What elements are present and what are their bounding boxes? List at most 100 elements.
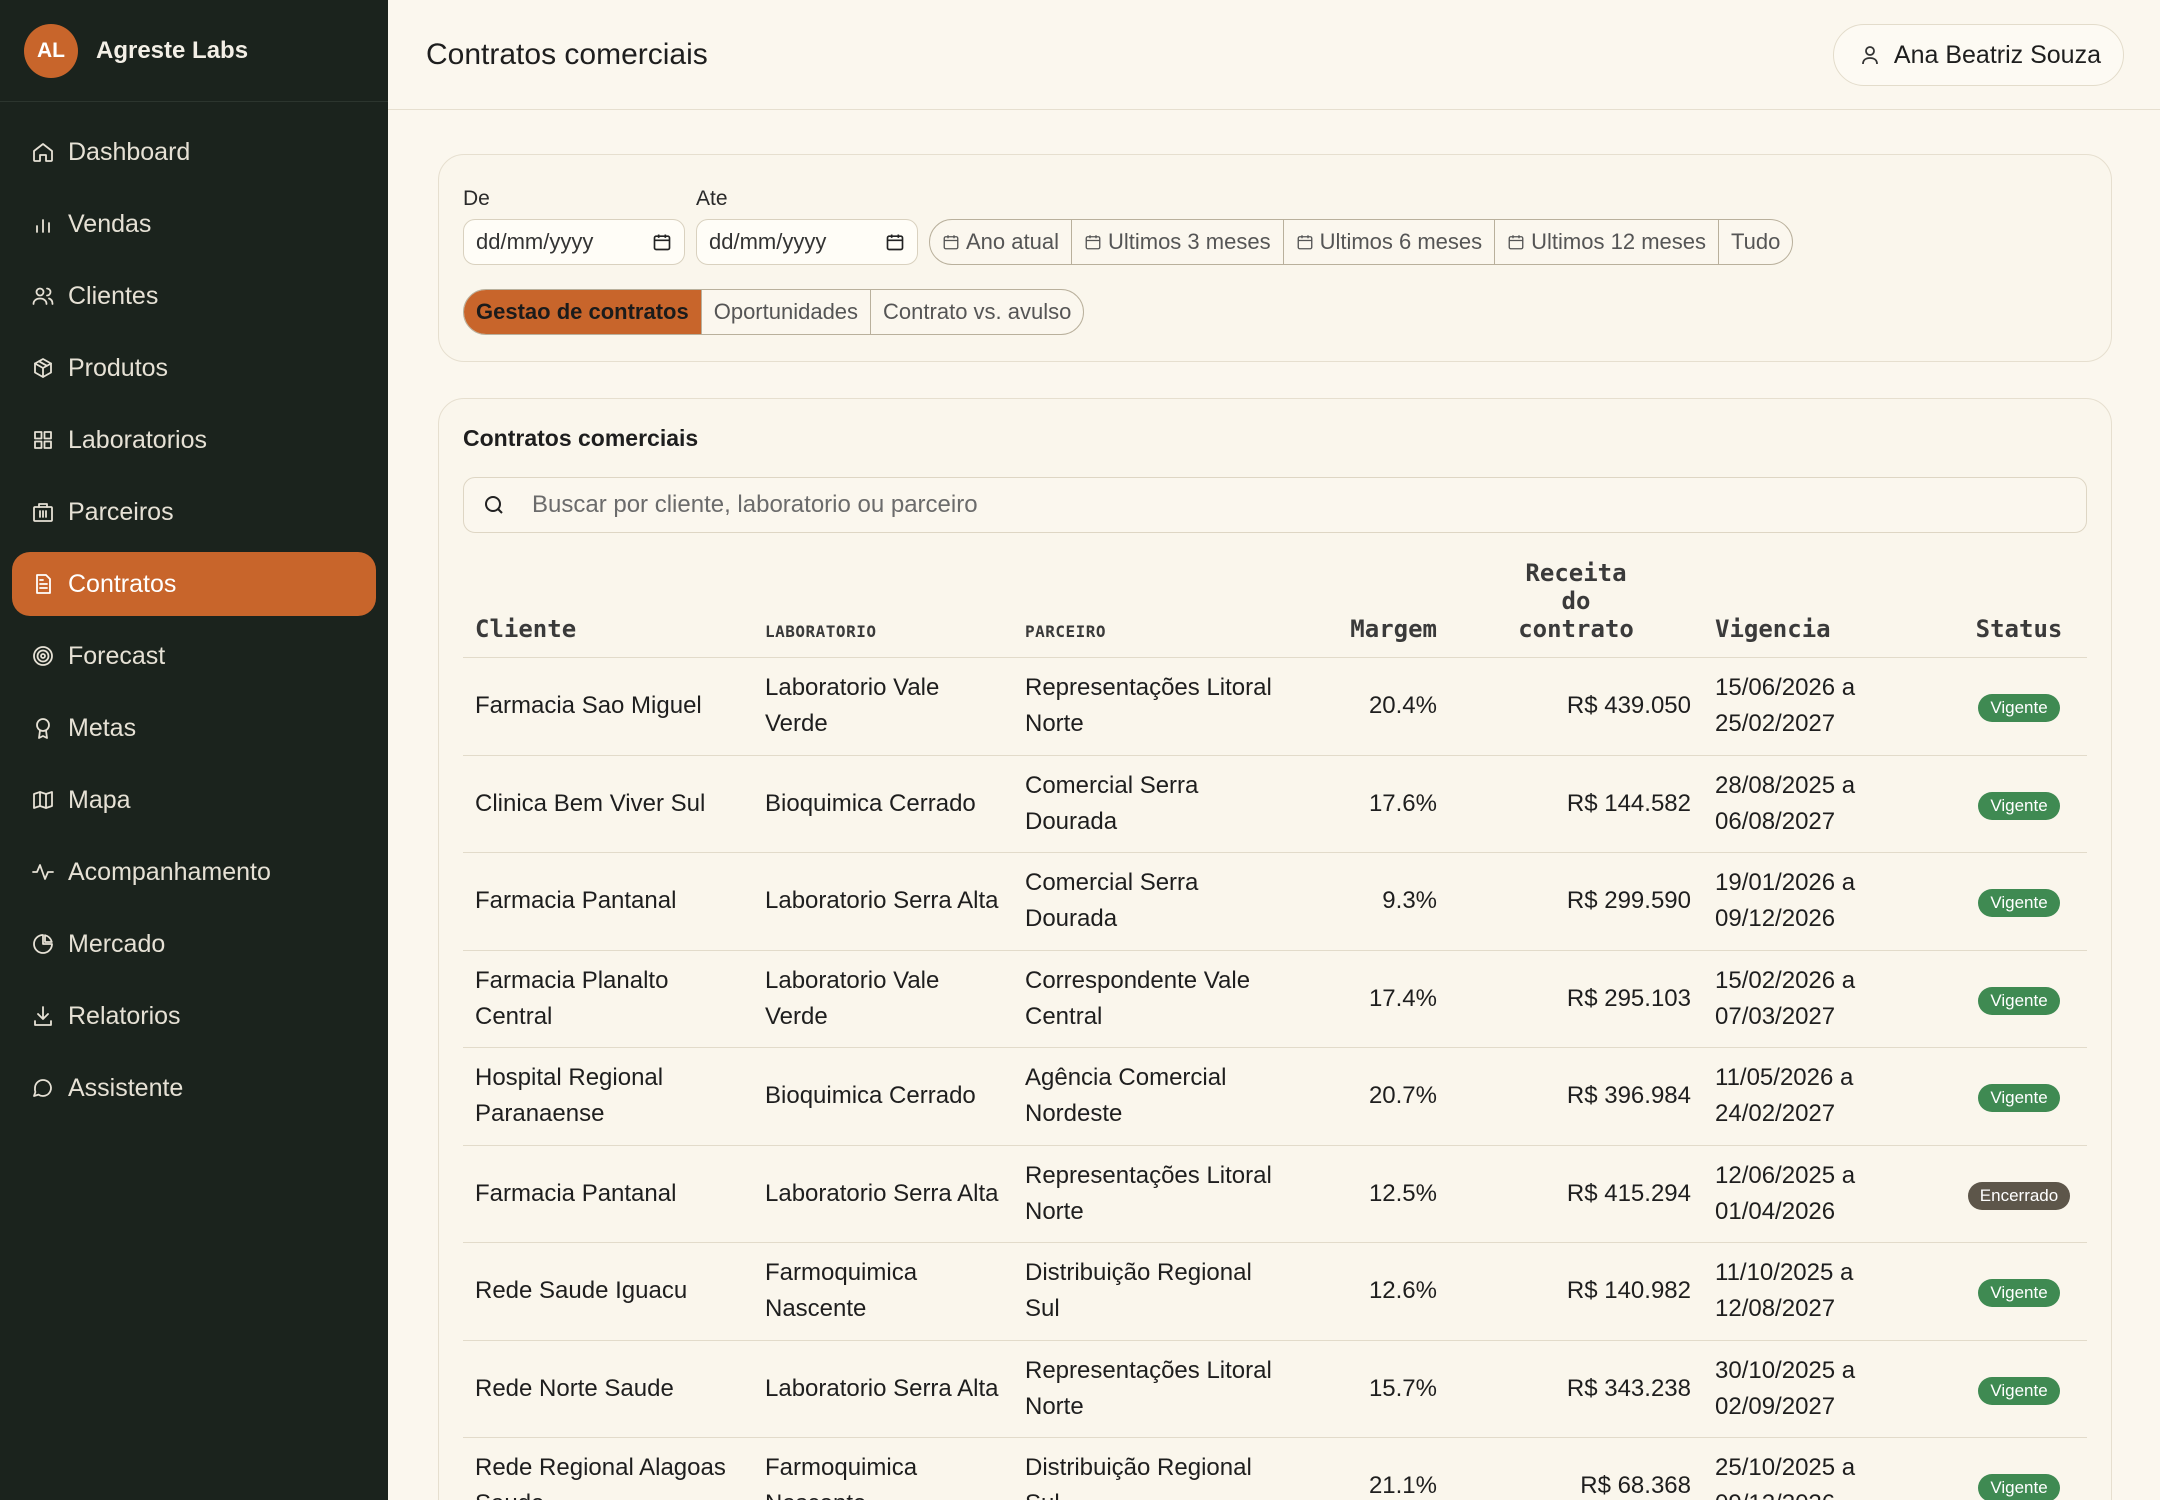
from-date-value: dd/mm/yyyy — [476, 229, 594, 254]
cell-receita: R$ 299.590 — [1449, 852, 1703, 951]
cell-laboratorio: Farmoquimica Nascente — [753, 1437, 1013, 1500]
cell-margem: 21.1% — [1303, 1437, 1449, 1500]
search-input[interactable] — [532, 491, 1732, 519]
search-icon — [485, 496, 503, 514]
sidebar-item-dashboard[interactable]: Dashboard — [12, 120, 376, 184]
col-header-laboratorio[interactable]: LABORATORIO — [753, 559, 1013, 658]
view-tab-label: Gestao de contratos — [476, 299, 689, 324]
period-option-label: Ultimos 6 meses — [1319, 229, 1483, 254]
period-option-1[interactable]: Ultimos 3 meses — [1072, 220, 1284, 264]
view-selector: Gestao de contratos Oportunidades Contrato… — [463, 289, 1085, 335]
sidebar-item-parceiros[interactable]: Parceiros — [12, 480, 376, 544]
cell-parceiro: Representações Litoral Norte — [1013, 657, 1303, 756]
brand[interactable]: AL Agreste Labs — [0, 0, 388, 102]
cell-margem: 12.6% — [1303, 1242, 1449, 1341]
sidebar-item-mapa[interactable]: Mapa — [12, 768, 376, 832]
sidebar-item-produtos[interactable]: Produtos — [12, 336, 376, 400]
cell-vigencia: 15/02/2026 a 07/03/2027 — [1703, 950, 1951, 1048]
award-icon — [30, 715, 56, 741]
col-header-parceiro[interactable]: PARCEIRO — [1013, 559, 1303, 658]
sidebar-item-label: Vendas — [68, 209, 152, 238]
to-date-label: Ate — [696, 187, 728, 210]
table-row[interactable]: Rede Saude Iguacu Farmoquimica Nascente Di… — [463, 1242, 2087, 1341]
sidebar-item-laboratorios[interactable]: Laboratorios — [12, 408, 376, 472]
sidebar-item-label: Relatorios — [68, 1001, 181, 1030]
sidebar-item-acompanhamento[interactable]: Acompanhamento — [12, 840, 376, 904]
cell-parceiro: Distribuição Regional Sul — [1013, 1437, 1303, 1500]
col-header-receita[interactable]: Receita do contrato — [1449, 559, 1703, 658]
table-row[interactable]: Clinica Bem Viver Sul Bioquimica Cerrado C… — [463, 755, 2087, 853]
contracts-table: Cliente LABORATORIO PARCEIRO Margem Rece… — [463, 559, 2087, 1500]
cell-laboratorio: Laboratorio Serra Alta — [753, 852, 1013, 951]
user-menu-button[interactable]: Ana Beatriz Souza — [1832, 24, 2124, 86]
cell-vigencia: 25/10/2025 a 09/12/2026 — [1703, 1437, 1951, 1500]
col-header-vigencia[interactable]: Vigencia — [1703, 559, 1951, 658]
cell-receita: R$ 415.294 — [1449, 1145, 1703, 1243]
sidebar-item-mercado[interactable]: Mercado — [12, 912, 376, 976]
cell-margem: 20.4% — [1303, 657, 1449, 756]
col-header-cliente[interactable]: Cliente — [463, 559, 753, 658]
cell-margem: 15.7% — [1303, 1340, 1449, 1438]
table-row[interactable]: Rede Norte Saude Laboratorio Serra Alta Re… — [463, 1340, 2087, 1438]
table-row[interactable]: Rede Regional Alagoas SaudeFarmoquimica … — [463, 1437, 2087, 1500]
calendar-icon[interactable] — [652, 232, 672, 252]
filters-card: De Ate dd/mm/yyyy dd/mm/yyyy Ano atual Ul… — [438, 154, 2112, 362]
sidebar-item-label: Assistente — [68, 1073, 184, 1102]
cell-status: Vigente — [1951, 950, 2087, 1048]
cell-receita: R$ 396.984 — [1449, 1047, 1703, 1146]
cell-vigencia: 11/05/2026 a 24/02/2027 — [1703, 1047, 1951, 1146]
contracts-card: Contratos comerciais Cliente LABORATORIO… — [438, 398, 2112, 1500]
from-date-input[interactable]: dd/mm/yyyy — [463, 219, 685, 265]
sidebar-item-label: Laboratorios — [68, 425, 207, 454]
cell-parceiro: Comercial Serra Dourada — [1013, 755, 1303, 853]
sidebar-item-label: Contratos — [68, 569, 177, 598]
cell-cliente: Farmacia Planalto Central — [463, 950, 753, 1048]
sidebar-item-label: Dashboard — [68, 137, 191, 166]
sidebar-item-forecast[interactable]: Forecast — [12, 624, 376, 688]
view-tab-1[interactable]: Oportunidades — [702, 290, 872, 334]
table-row[interactable]: Hospital Regional Paranaense Bioquimica C… — [463, 1047, 2087, 1146]
table-row[interactable]: Farmacia Planalto Central Laboratorio Val… — [463, 950, 2087, 1048]
cell-margem: 17.4% — [1303, 950, 1449, 1048]
sidebar-item-label: Mercado — [68, 929, 166, 958]
period-option-4[interactable]: Tudo — [1719, 220, 1792, 264]
cell-parceiro: Representações Litoral Norte — [1013, 1340, 1303, 1438]
page-title: Contratos comerciais — [426, 38, 708, 71]
brand-logo: AL — [24, 23, 78, 78]
to-date-input[interactable]: dd/mm/yyyy — [696, 219, 918, 265]
period-option-0[interactable]: Ano atual — [930, 220, 1072, 264]
sidebar-item-vendas[interactable]: Vendas — [12, 192, 376, 256]
sidebar-item-assistente[interactable]: Assistente — [12, 1056, 376, 1120]
target-icon — [30, 643, 56, 669]
sidebar-item-contratos[interactable]: Contratos — [12, 552, 376, 616]
cell-receita: R$ 140.982 — [1449, 1242, 1703, 1341]
to-date-value: dd/mm/yyyy — [709, 229, 827, 254]
sidebar-item-relatorios[interactable]: Relatorios — [12, 984, 376, 1048]
home-icon — [30, 139, 56, 165]
building-icon — [30, 499, 56, 525]
pie-icon — [30, 931, 56, 957]
period-option-2[interactable]: Ultimos 6 meses — [1284, 220, 1496, 264]
view-tab-label: Contrato vs. avulso — [883, 299, 1072, 324]
document-icon — [30, 571, 56, 597]
view-tab-2[interactable]: Contrato vs. avulso — [871, 290, 1083, 334]
cell-receita: R$ 343.238 — [1449, 1340, 1703, 1438]
table-row[interactable]: Farmacia Pantanal Laboratorio Serra Alta C… — [463, 852, 2087, 951]
calendar-icon[interactable] — [885, 232, 905, 252]
activity-icon — [30, 859, 56, 885]
cell-laboratorio: Bioquimica Cerrado — [753, 755, 1013, 853]
cell-parceiro: Agência Comercial Nordeste — [1013, 1047, 1303, 1146]
cell-cliente: Farmacia Pantanal — [463, 1145, 753, 1243]
table-row[interactable]: Farmacia Pantanal Laboratorio Serra Alta R… — [463, 1145, 2087, 1243]
view-tab-0[interactable]: Gestao de contratos — [464, 290, 702, 334]
col-header-margem[interactable]: Margem — [1303, 559, 1449, 658]
period-option-3[interactable]: Ultimos 12 meses — [1495, 220, 1719, 264]
sidebar-item-clientes[interactable]: Clientes — [12, 264, 376, 328]
search-box[interactable] — [463, 477, 2087, 533]
cell-receita: R$ 68.368 — [1449, 1437, 1703, 1500]
table-row[interactable]: Farmacia Sao Miguel Laboratorio Vale Verd… — [463, 657, 2087, 756]
cell-laboratorio: Laboratorio Vale Verde — [753, 657, 1013, 756]
sidebar-item-metas[interactable]: Metas — [12, 696, 376, 760]
col-header-status[interactable]: Status — [1951, 559, 2087, 658]
cell-parceiro: Correspondente Vale Central — [1013, 950, 1303, 1048]
